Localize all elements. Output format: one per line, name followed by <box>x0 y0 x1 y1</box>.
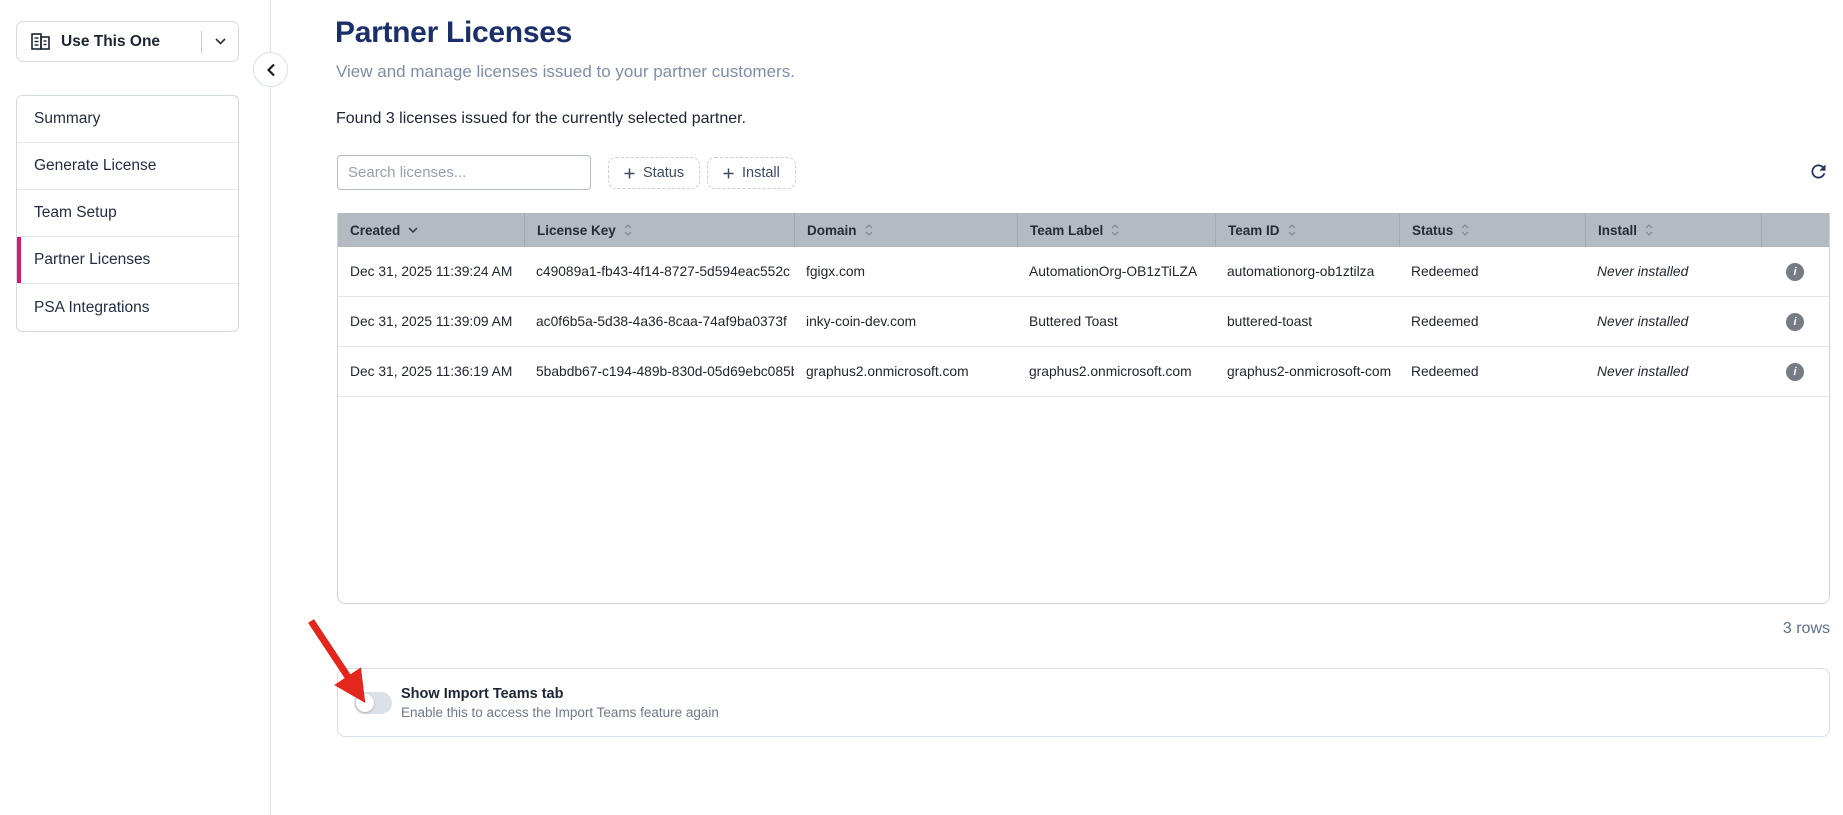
column-header-status[interactable]: Status <box>1399 213 1585 247</box>
refresh-button[interactable] <box>1806 159 1830 183</box>
sidebar-item-label: Summary <box>34 110 100 128</box>
org-selector-label: Use This One <box>61 33 160 51</box>
cell-created: Dec 31, 2025 11:36:19 AM <box>338 347 524 396</box>
table-row[interactable]: Dec 31, 2025 11:39:24 AM c49089a1-fb43-4… <box>338 247 1829 297</box>
sort-icon <box>1461 224 1469 236</box>
cell-team-id: graphus2-onmicrosoft-com <box>1215 347 1399 396</box>
install-filter-button[interactable]: Install <box>707 157 796 189</box>
sort-icon <box>1645 224 1653 236</box>
status-filter-button[interactable]: Status <box>608 157 700 189</box>
column-header-team-label[interactable]: Team Label <box>1017 213 1215 247</box>
column-header-domain[interactable]: Domain <box>794 213 1017 247</box>
search-input[interactable] <box>337 155 591 190</box>
cell-team-label: AutomationOrg-OB1zTiLZA <box>1017 247 1215 296</box>
cell-install: Never installed <box>1585 347 1761 396</box>
sidebar-item-psa-integrations[interactable]: PSA Integrations <box>17 284 238 331</box>
cell-domain: inky-coin-dev.com <box>794 297 1017 346</box>
toggle-description: Enable this to access the Import Teams f… <box>401 705 719 720</box>
plus-icon <box>624 168 635 179</box>
show-import-teams-toggle[interactable] <box>354 692 392 714</box>
table-row[interactable]: Dec 31, 2025 11:39:09 AM ac0f6b5a-5d38-4… <box>338 297 1829 347</box>
refresh-icon <box>1808 161 1829 182</box>
toggle-title: Show Import Teams tab <box>401 686 719 702</box>
plus-icon <box>723 168 734 179</box>
sidebar-item-label: Generate License <box>34 157 156 175</box>
cell-created: Dec 31, 2025 11:39:24 AM <box>338 247 524 296</box>
sort-icon <box>865 224 873 236</box>
column-label: Install <box>1598 223 1637 238</box>
info-icon[interactable]: i <box>1786 263 1804 281</box>
cell-status: Redeemed <box>1399 347 1585 396</box>
chevron-left-icon <box>266 63 276 77</box>
column-label: Team Label <box>1030 223 1103 238</box>
column-label: Created <box>350 223 400 238</box>
buildings-icon <box>31 33 50 50</box>
cell-status: Redeemed <box>1399 297 1585 346</box>
import-teams-toggle-card: Show Import Teams tab Enable this to acc… <box>337 668 1830 737</box>
cell-license-key: c49089a1-fb43-4f14-8727-5d594eac552c <box>524 247 794 296</box>
sidebar-collapse-button[interactable] <box>253 52 288 87</box>
sidebar-nav: Summary Generate License Team Setup Part… <box>16 95 239 332</box>
cell-install: Never installed <box>1585 247 1761 296</box>
chevron-down-icon <box>408 227 418 233</box>
column-label: Domain <box>807 223 857 238</box>
cell-license-key: ac0f6b5a-5d38-4a36-8caa-74af9ba0373f <box>524 297 794 346</box>
row-count-label: 3 rows <box>337 620 1830 638</box>
chevron-down-icon <box>215 38 226 45</box>
sidebar-item-team-setup[interactable]: Team Setup <box>17 190 238 237</box>
page-subtitle: View and manage licenses issued to your … <box>336 62 795 82</box>
cell-actions: i <box>1761 297 1829 346</box>
column-header-created[interactable]: Created <box>338 213 524 247</box>
cell-team-id: automationorg-ob1ztilza <box>1215 247 1399 296</box>
column-label: Status <box>1412 223 1453 238</box>
column-label: License Key <box>537 223 616 238</box>
cell-actions: i <box>1761 247 1829 296</box>
sidebar-item-label: Partner Licenses <box>34 251 150 269</box>
toggle-texts: Show Import Teams tab Enable this to acc… <box>401 686 719 720</box>
license-count-summary: Found 3 licenses issued for the currentl… <box>336 110 746 128</box>
sidebar-item-label: PSA Integrations <box>34 299 149 317</box>
filter-label: Install <box>742 165 780 181</box>
sidebar-item-label: Team Setup <box>34 204 117 222</box>
licenses-table: Created License Key Domain Team Label <box>337 213 1830 604</box>
page-title: Partner Licenses <box>335 16 572 50</box>
cell-install: Never installed <box>1585 297 1761 346</box>
sort-icon <box>624 224 632 236</box>
sort-icon <box>1111 224 1119 236</box>
cell-created: Dec 31, 2025 11:39:09 AM <box>338 297 524 346</box>
sidebar-divider <box>270 0 271 815</box>
filter-label: Status <box>643 165 684 181</box>
cell-actions: i <box>1761 347 1829 396</box>
cell-status: Redeemed <box>1399 247 1585 296</box>
active-indicator <box>17 237 21 283</box>
sidebar-item-generate-license[interactable]: Generate License <box>17 143 238 190</box>
column-header-install[interactable]: Install <box>1585 213 1761 247</box>
org-selector-caret[interactable] <box>202 38 238 45</box>
column-header-team-id[interactable]: Team ID <box>1215 213 1399 247</box>
info-icon[interactable]: i <box>1786 313 1804 331</box>
cell-license-key: 5babdb67-c194-489b-830d-05d69ebc085b <box>524 347 794 396</box>
column-header-license-key[interactable]: License Key <box>524 213 794 247</box>
info-icon[interactable]: i <box>1786 363 1804 381</box>
org-selector-dropdown[interactable]: Use This One <box>16 21 239 62</box>
cell-domain: graphus2.onmicrosoft.com <box>794 347 1017 396</box>
sort-icon <box>1288 224 1296 236</box>
cell-domain: fgigx.com <box>794 247 1017 296</box>
cell-team-label: Buttered Toast <box>1017 297 1215 346</box>
table-row[interactable]: Dec 31, 2025 11:36:19 AM 5babdb67-c194-4… <box>338 347 1829 397</box>
table-header-row: Created License Key Domain Team Label <box>338 213 1829 247</box>
column-label: Team ID <box>1228 223 1280 238</box>
sidebar-item-partner-licenses[interactable]: Partner Licenses <box>17 237 238 284</box>
table-empty-area <box>338 397 1829 603</box>
cell-team-id: buttered-toast <box>1215 297 1399 346</box>
cell-team-label: graphus2.onmicrosoft.com <box>1017 347 1215 396</box>
sidebar-item-summary[interactable]: Summary <box>17 96 238 143</box>
toggle-knob <box>356 694 374 712</box>
column-header-actions <box>1761 213 1829 247</box>
